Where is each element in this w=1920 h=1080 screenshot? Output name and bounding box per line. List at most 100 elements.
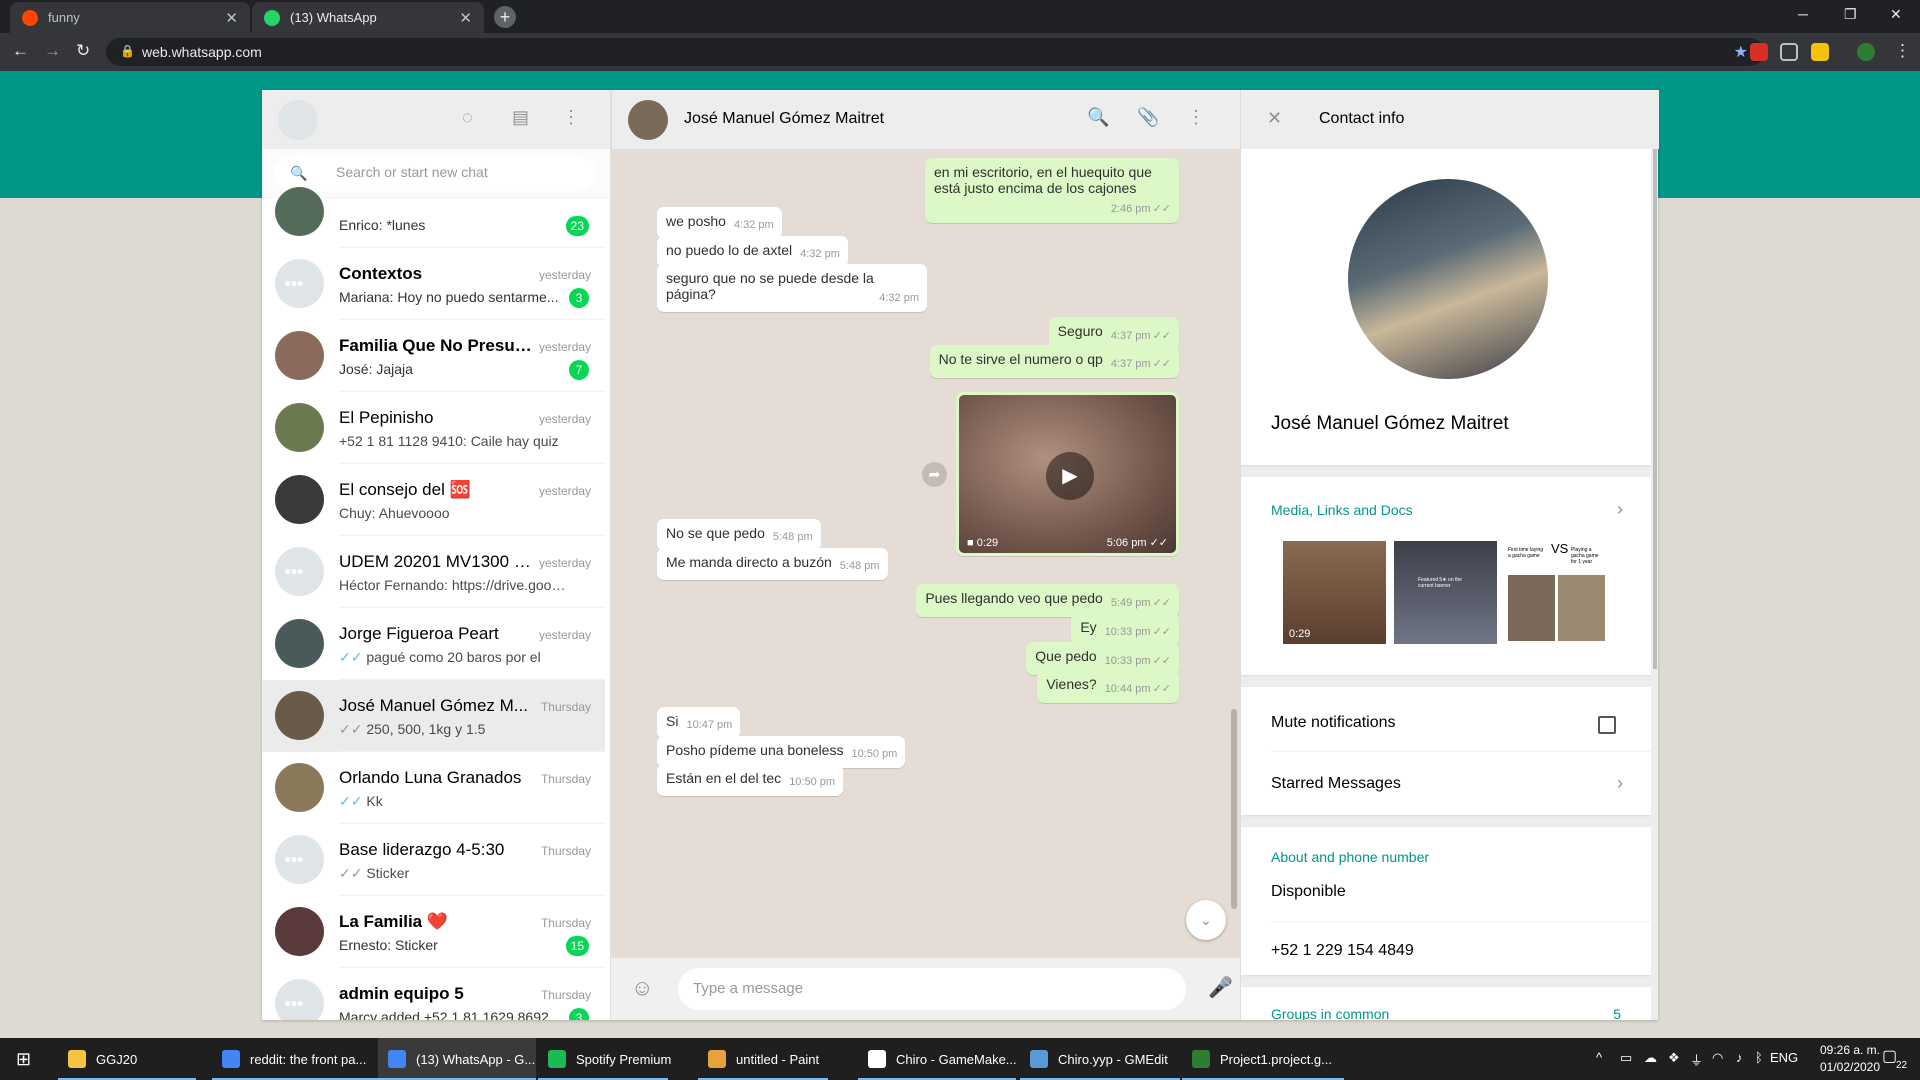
chat-avatar[interactable]	[275, 403, 324, 452]
tab-whatsapp[interactable]: (13) WhatsApp ✕	[252, 2, 484, 33]
chat-avatar[interactable]	[275, 475, 324, 524]
taskbar-item[interactable]: Chiro - GameMake...	[858, 1038, 1017, 1080]
group-avatar-icon[interactable]	[275, 547, 324, 596]
media-card[interactable]: Media, Links and Docs › 0:29 Featured 5★…	[1241, 477, 1651, 675]
chevron-right-icon[interactable]: ›	[1617, 773, 1623, 794]
video-message[interactable]: ▶ ■ 0:29 5:06 pm ✓✓	[956, 392, 1179, 556]
close-icon[interactable]: ✕	[459, 9, 472, 27]
chat-avatar[interactable]	[275, 691, 324, 740]
my-avatar[interactable]	[278, 100, 318, 140]
outgoing-message[interactable]: en mi escritorio, en el huequito que est…	[925, 158, 1179, 223]
incoming-message[interactable]: Me manda directo a buzón 5:48 pm	[657, 548, 888, 580]
chat-avatar[interactable]	[275, 907, 324, 956]
chat-avatar[interactable]	[275, 763, 324, 812]
media-meme-thumb[interactable]: First time laying a gacha game VS Playin…	[1505, 541, 1608, 644]
status-icon[interactable]: ◌	[462, 107, 473, 128]
chevron-right-icon[interactable]: ›	[1617, 499, 1623, 520]
usb-icon[interactable]: ⏚	[1690, 1050, 1703, 1069]
chat-item[interactable]: admin equipo 5 Thursday Marcy added +52 1 …	[262, 968, 605, 1020]
incoming-message[interactable]: we posho 4:32 pm	[657, 207, 782, 239]
reload-icon[interactable]: ↻	[76, 41, 90, 61]
conversation-header[interactable]: José Manuel Gómez Maitret 🔍 📎 ⋮	[611, 90, 1240, 149]
cloud-icon[interactable]: ☁	[1644, 1050, 1657, 1066]
language-indicator[interactable]: ENG	[1770, 1050, 1798, 1065]
menu-icon[interactable]: ⋮	[1187, 107, 1205, 128]
incoming-message[interactable]: No se que pedo 5:48 pm	[657, 519, 821, 551]
minimize-icon[interactable]: ─	[1798, 6, 1808, 22]
chat-item[interactable]: La Familia ❤️ Thursday Ernesto: Sticker 15	[262, 896, 605, 968]
profile-photo[interactable]	[1348, 179, 1548, 379]
media-video-thumb[interactable]: 0:29	[1283, 541, 1386, 644]
starred-label[interactable]: Starred Messages	[1271, 775, 1401, 793]
clock[interactable]: 09:26 a. m. 01/02/2020	[1810, 1042, 1890, 1076]
chat-item[interactable]: Base liderazgo 4-5:30 Thursday ✓✓ Sticker	[262, 824, 605, 896]
omnibox[interactable]: 🔒 web.whatsapp.com ★	[106, 38, 1764, 66]
conversation-scrollbar[interactable]	[1228, 149, 1240, 952]
notification-center-icon[interactable]: ▢	[1882, 1046, 1897, 1066]
profile-avatar[interactable]	[1857, 43, 1875, 61]
incoming-message[interactable]: Si 10:47 pm	[657, 707, 741, 739]
chat-item[interactable]: Jorge Figueroa Peart yesterday ✓✓ pagué co…	[262, 608, 605, 680]
windows-start-icon[interactable]: ⊞	[16, 1049, 31, 1070]
tab-funny[interactable]: funny ✕	[10, 2, 250, 33]
taskbar-item[interactable]: Project1.project.g...	[1182, 1038, 1344, 1080]
attach-icon[interactable]: 📎	[1137, 107, 1159, 128]
contact-name[interactable]: José Manuel Gómez Maitret	[684, 110, 884, 128]
chrome-menu-icon[interactable]: ⋮	[1894, 41, 1911, 61]
new-tab-button[interactable]: +	[494, 6, 516, 28]
close-window-icon[interactable]: ✕	[1890, 6, 1902, 23]
chat-avatar[interactable]	[275, 187, 324, 236]
chat-item[interactable]: El Pepinisho yesterday +52 1 81 1128 9410:…	[262, 392, 605, 464]
pocket-extension-icon[interactable]	[1780, 43, 1798, 61]
incoming-message[interactable]: Están en el del tec 10:50 pm	[657, 764, 844, 796]
taskbar-item[interactable]: reddit: the front pa...	[212, 1038, 380, 1080]
forward-icon[interactable]: ➦	[922, 462, 947, 487]
taskbar-item[interactable]: Spotify Premium	[538, 1038, 671, 1080]
contact-info-scrollbar[interactable]	[1651, 149, 1659, 1020]
outgoing-message[interactable]: Vienes? 10:44 pm ✓✓	[1037, 670, 1179, 703]
chat-item[interactable]: UDEM 20201 MV1300 C...yesterday Héctor Fe…	[262, 536, 605, 608]
group-avatar-icon[interactable]	[275, 979, 324, 1020]
scroll-thumb[interactable]	[1231, 709, 1237, 909]
chat-item[interactable]: Orlando Luna Granados Thursday ✓✓ Kk	[262, 752, 605, 824]
chevron-up-icon[interactable]: ^	[1596, 1050, 1602, 1065]
menu-icon[interactable]: ⋮	[562, 107, 580, 128]
outgoing-message[interactable]: No te sirve el numero o qp 4:37 pm ✓✓	[929, 345, 1179, 378]
taskbar-item[interactable]: Chiro.yyp - GMEdit	[1020, 1038, 1180, 1080]
chat-avatar[interactable]	[275, 331, 324, 380]
microphone-icon[interactable]: 🎤	[1208, 975, 1233, 1000]
close-icon[interactable]: ✕	[225, 9, 238, 27]
mute-checkbox[interactable]	[1598, 716, 1616, 734]
volume-icon[interactable]: ♪	[1736, 1050, 1743, 1065]
extension-icon[interactable]	[1811, 43, 1829, 61]
wifi-icon[interactable]: ◠	[1712, 1050, 1723, 1066]
gmail-extension-icon[interactable]	[1750, 43, 1768, 61]
chat-item[interactable]: José Manuel Gómez M... Thursday ✓✓ 250, 50…	[262, 680, 605, 752]
group-avatar-icon[interactable]	[275, 835, 324, 884]
bluetooth-icon[interactable]: ᛒ	[1755, 1050, 1763, 1065]
taskbar-item[interactable]: (13) WhatsApp - G...	[378, 1038, 536, 1080]
bookmark-star-icon[interactable]: ★	[1734, 42, 1748, 62]
incoming-message[interactable]: seguro que no se puede desde la página? 4…	[657, 264, 927, 312]
chat-item[interactable]: Familia Que No Presup... yesterday José: J…	[262, 320, 605, 392]
taskbar-item[interactable]: untitled - Paint	[698, 1038, 828, 1080]
taskbar-item[interactable]: GGJ20	[58, 1038, 196, 1080]
forward-icon[interactable]: →	[44, 41, 61, 61]
play-icon[interactable]: ▶	[1046, 452, 1094, 500]
emoji-icon[interactable]: ☺	[631, 975, 653, 1001]
scroll-thumb[interactable]	[1653, 149, 1657, 669]
media-image-thumb[interactable]: Featured 5★ on the current banner	[1394, 541, 1497, 644]
search-icon[interactable]: 🔍	[1087, 107, 1109, 128]
group-avatar-icon[interactable]	[275, 259, 324, 308]
new-chat-icon[interactable]: ▤	[512, 107, 529, 128]
chat-item[interactable]: El consejo del 🆘 yesterday Chuy: Ahuevoooo	[262, 464, 605, 536]
contact-avatar[interactable]	[628, 100, 668, 140]
message-box[interactable]	[678, 968, 1186, 1010]
close-icon[interactable]: ✕	[1267, 108, 1282, 129]
battery-icon[interactable]: ▭	[1620, 1050, 1632, 1066]
message-input[interactable]	[693, 980, 1163, 997]
dropbox-icon[interactable]: ❖	[1668, 1050, 1680, 1066]
back-icon[interactable]: ←	[12, 41, 29, 61]
chat-item[interactable]: Contextos yesterday Mariana: Hoy no puedo …	[262, 248, 605, 320]
restore-icon[interactable]: ❐	[1844, 6, 1857, 23]
